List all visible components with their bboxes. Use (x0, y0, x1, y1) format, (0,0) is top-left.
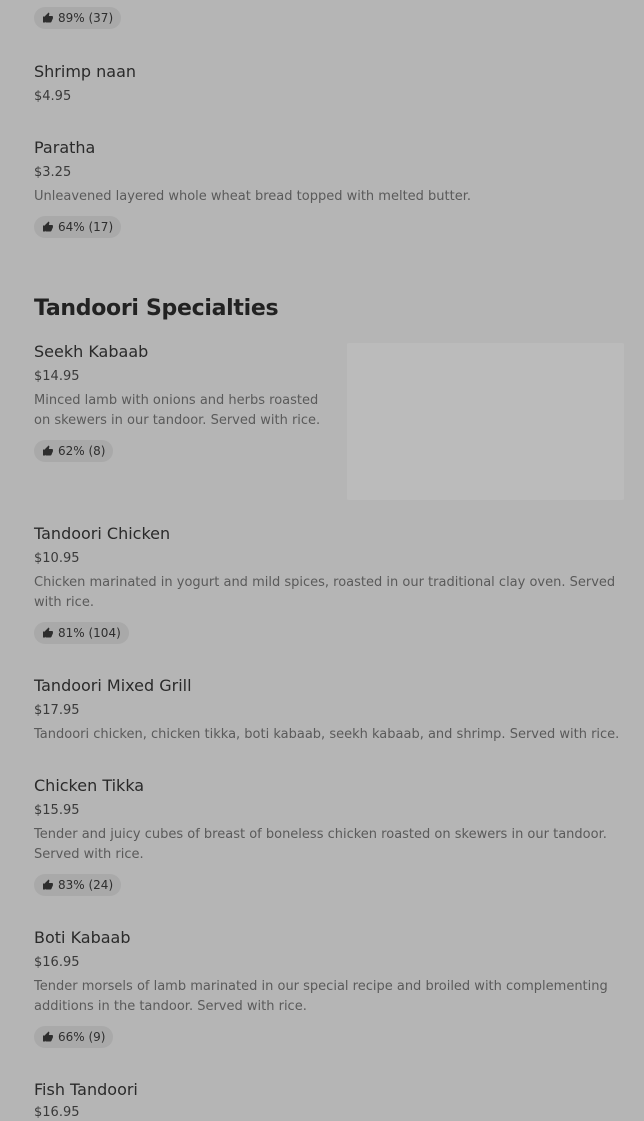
rating-text: 83% (24) (58, 878, 114, 892)
thumbs-up-icon (43, 1031, 53, 1042)
item-name: Boti Kabaab (34, 928, 131, 947)
rating-badge: 81% (104) (34, 622, 129, 644)
item-price: $4.95 (34, 89, 72, 104)
rating-text: 81% (104) (58, 626, 121, 640)
item-price: $14.95 (34, 369, 80, 384)
item-price: $16.95 (34, 955, 80, 970)
item-name: Seekh Kabaab (34, 342, 149, 361)
item-price: $10.95 (34, 551, 80, 566)
rating-badge: 66% (9) (34, 1026, 114, 1048)
thumbs-up-icon (43, 221, 53, 232)
rating-badge: 89% (37) (34, 7, 122, 29)
rating-text: 64% (17) (58, 220, 114, 234)
item-name: Chicken Tikka (34, 776, 145, 795)
rating-text: 89% (37) (58, 11, 114, 25)
section-title: Tandoori Specialties (34, 296, 279, 321)
item-name: Paratha (34, 138, 96, 157)
thumbs-up-icon (43, 12, 53, 23)
thumbs-up-icon (43, 445, 53, 456)
item-price: $15.95 (34, 803, 80, 818)
item-name: Tandoori Mixed Grill (34, 676, 192, 695)
rating-badge: 64% (17) (34, 216, 122, 238)
rating-badge: 83% (24) (34, 874, 122, 896)
thumbs-up-icon (43, 627, 53, 638)
item-description: Unleavened layered whole wheat bread top… (34, 189, 472, 204)
item-name: Fish Tandoori (34, 1080, 138, 1099)
item-description: Chicken marinated in yogurt and mild spi… (34, 575, 616, 610)
rating-badge: 62% (8) (34, 440, 114, 462)
rating-text: 66% (9) (58, 1030, 106, 1044)
item-price: $17.95 (34, 703, 80, 718)
item-price: $16.95 (34, 1105, 80, 1120)
item-description: Tender morsels of lamb marinated in our … (34, 979, 608, 1014)
item-price: $3.25 (34, 165, 72, 180)
item-description: Tender and juicy cubes of breast of bone… (34, 827, 607, 862)
item-image (347, 343, 624, 500)
item-name: Shrimp naan (34, 62, 137, 81)
thumbs-up-icon (43, 879, 53, 890)
item-description: Minced lamb with onions and herbs roaste… (34, 393, 321, 428)
item-description: Tandoori chicken, chicken tikka, boti ka… (34, 727, 620, 742)
item-name: Tandoori Chicken (34, 524, 171, 543)
rating-text: 62% (8) (58, 444, 106, 458)
